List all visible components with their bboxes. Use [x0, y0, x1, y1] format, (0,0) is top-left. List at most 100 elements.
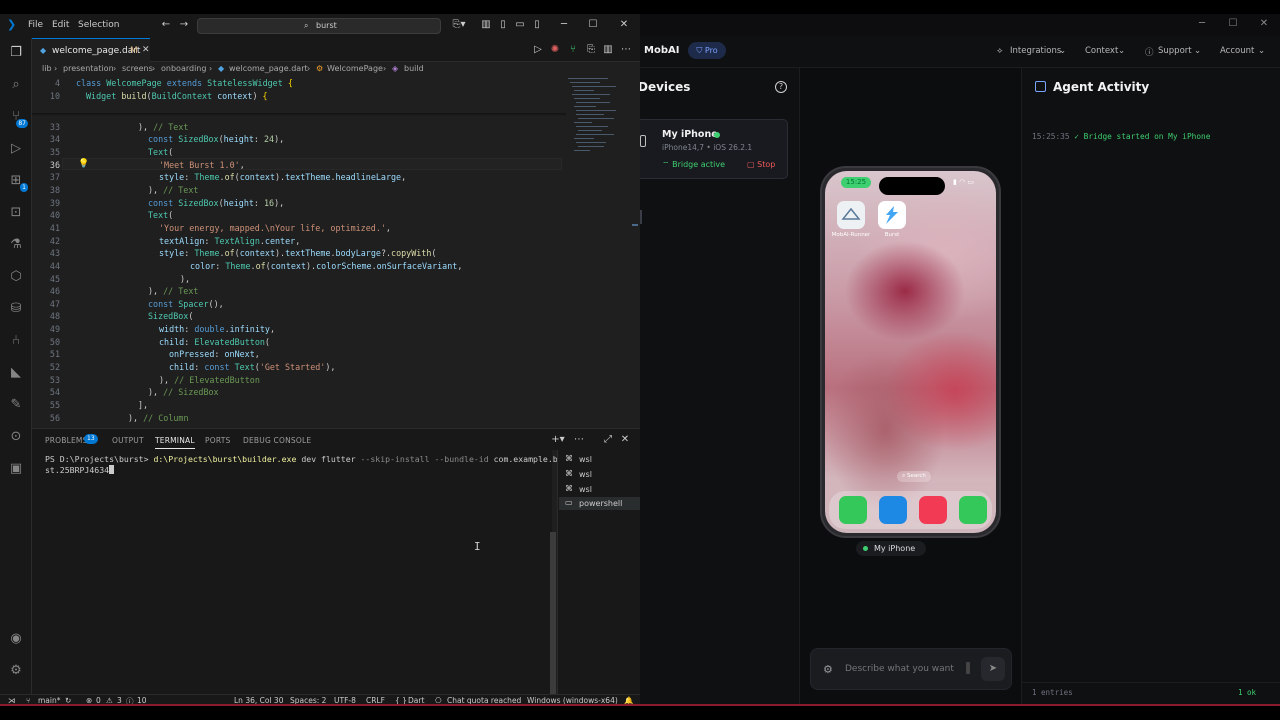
extensions-icon[interactable]: ⊞ 1: [7, 172, 28, 192]
phone-app-icon[interactable]: [839, 496, 867, 524]
maximize-icon[interactable]: ☐: [587, 19, 599, 31]
toggle-panel-icon[interactable]: ▭: [514, 19, 526, 31]
ok-count: 1 ok: [1238, 688, 1257, 697]
nav-account[interactable]: Account: [1220, 46, 1254, 56]
breadcrumb-item[interactable]: build: [404, 64, 424, 73]
menu-edit[interactable]: Edit: [52, 20, 69, 30]
tab-problems[interactable]: PROBLEMS: [45, 436, 88, 445]
settings-gear-icon[interactable]: ⚙: [7, 662, 25, 680]
nav-context[interactable]: Context: [1085, 46, 1118, 56]
code-editor[interactable]: 💡 4 class WelcomePage extends StatelessW…: [32, 76, 640, 428]
terminal-item-wsl-1[interactable]: ⌘ wsl: [559, 453, 640, 466]
safari-app-icon[interactable]: [879, 496, 907, 524]
mobai-runner-app-icon[interactable]: [837, 201, 865, 229]
copilot-icon[interactable]: ⎘▾: [450, 19, 468, 31]
menu-selection[interactable]: Selection: [78, 20, 119, 30]
code-line: ),: [180, 274, 191, 284]
back-arrow-icon[interactable]: ←: [160, 19, 172, 31]
inspect-icon[interactable]: ⊙: [7, 428, 25, 446]
database-icon[interactable]: ⛁: [7, 300, 25, 318]
split-editor-icon[interactable]: ▥: [602, 44, 614, 56]
account-icon[interactable]: ◉: [7, 630, 25, 648]
debug-icon[interactable]: ✺: [549, 44, 561, 56]
shield-icon: ⛉: [696, 46, 703, 55]
messages-app-icon[interactable]: [959, 496, 987, 524]
app-label: Burst: [884, 232, 900, 238]
home-search-pill[interactable]: ⌕ Search: [897, 471, 931, 482]
nav-support[interactable]: Support: [1158, 46, 1192, 56]
pen-icon[interactable]: ✎: [7, 396, 25, 414]
code-line: Text(: [148, 147, 174, 157]
new-terminal-icon[interactable]: +▾: [550, 434, 566, 446]
stop-button[interactable]: ▢ Stop: [747, 160, 775, 169]
explorer-icon[interactable]: ❐: [7, 44, 25, 62]
code-line: color: Theme.of(context).colorScheme.onS…: [190, 261, 463, 271]
layout-panel-icon[interactable]: ▥: [480, 19, 492, 31]
lightbulb-icon[interactable]: 💡: [78, 159, 89, 169]
device-preview-icon[interactable]: ▣: [7, 460, 25, 478]
device-card[interactable]: My iPhone iPhone14,7 • iOS 26.2.1 ⌔ Brid…: [640, 119, 788, 179]
tab-welcome-page[interactable]: ◆ welcome_page.dart M ✕: [32, 38, 150, 62]
toggle-sidebar-icon[interactable]: ▯: [497, 19, 509, 31]
close-window-icon[interactable]: ✕: [618, 19, 630, 31]
tab-output[interactable]: OUTPUT: [112, 436, 144, 445]
maximize-icon[interactable]: ☐: [1227, 18, 1239, 30]
burst-app-icon[interactable]: [878, 201, 906, 229]
minimize-icon[interactable]: ─: [1196, 18, 1208, 30]
tab-terminal[interactable]: TERMINAL: [155, 436, 195, 449]
breadcrumb-item[interactable]: welcome_page.dart: [229, 64, 308, 73]
breadcrumb-item[interactable]: lib: [42, 64, 52, 73]
settings-gear-icon[interactable]: ⚙: [823, 663, 833, 676]
terminal-scrollbar[interactable]: [550, 532, 556, 702]
tab-debug-console[interactable]: DEBUG CONSOLE: [243, 436, 311, 445]
close-tab-icon[interactable]: ✕: [142, 45, 150, 55]
breadcrumb-item[interactable]: WelcomePage: [327, 64, 383, 73]
more-actions-icon[interactable]: ⋯: [620, 44, 632, 56]
chat-input[interactable]: [845, 659, 961, 679]
command-center-search[interactable]: ⌕ burst: [197, 18, 441, 34]
containers-icon[interactable]: ⬡: [7, 268, 25, 286]
remote-explorer-icon[interactable]: ⊡: [7, 204, 25, 222]
close-window-icon[interactable]: ✕: [1258, 18, 1270, 30]
breadcrumb-item[interactable]: screens: [122, 64, 153, 73]
more-actions-icon[interactable]: ⋯: [573, 434, 585, 446]
minimize-icon[interactable]: ─: [558, 19, 570, 31]
breadcrumb-sep: ›: [54, 64, 58, 73]
online-status-dot: [714, 132, 720, 138]
testing-icon[interactable]: ⚗: [7, 236, 25, 254]
forward-arrow-icon[interactable]: →: [178, 19, 190, 31]
music-app-icon[interactable]: [919, 496, 947, 524]
code-line: const SizedBox(height: 16),: [148, 198, 285, 208]
breadcrumb-item[interactable]: presentation: [63, 64, 114, 73]
vscode-logo-icon: ❯: [7, 18, 17, 31]
close-panel-icon[interactable]: ✕: [619, 434, 631, 446]
code-line: SizedBox(: [148, 311, 194, 321]
toggle-secondary-sidebar-icon[interactable]: ▯: [531, 19, 543, 31]
source-control-icon[interactable]: ⑂ 87: [7, 108, 28, 128]
panel-resize-handle[interactable]: [640, 210, 642, 224]
menu-file[interactable]: File: [28, 20, 43, 30]
phone-screen[interactable]: 15:25 ▮ ◠ ▭ MobAI-Runner Burst ⌕ Search: [825, 171, 996, 533]
git-graph-icon[interactable]: ⑃: [7, 332, 25, 350]
taskbar-accent: [0, 704, 1280, 706]
terminal-item-wsl-3[interactable]: ⌘ wsl: [559, 483, 640, 496]
tab-ports[interactable]: PORTS: [205, 436, 230, 445]
line-number: 53: [49, 375, 60, 385]
run-debug-icon[interactable]: ▷: [7, 140, 25, 158]
terminal[interactable]: PS D:\Projects\burst> d:\Projects\burst\…: [32, 450, 568, 694]
open-changes-icon[interactable]: ⎘: [585, 44, 597, 56]
send-icon[interactable]: ➤: [981, 657, 1005, 681]
search-icon[interactable]: ⌕: [7, 76, 25, 94]
minimap[interactable]: [566, 76, 632, 166]
git-compare-icon[interactable]: ⑂: [567, 44, 579, 56]
help-icon[interactable]: ?: [775, 81, 787, 93]
breadcrumb-item[interactable]: onboarding: [161, 64, 206, 73]
maximize-panel-icon[interactable]: ⤢: [602, 434, 614, 446]
nav-integrations[interactable]: Integrations: [1010, 46, 1061, 56]
pro-badge[interactable]: ⛉ Pro: [688, 42, 726, 59]
run-icon[interactable]: ▷: [532, 44, 544, 56]
terminal-item-wsl-2[interactable]: ⌘ wsl: [559, 468, 640, 481]
flutter-icon[interactable]: ◣: [7, 364, 25, 382]
app-title: MobAI: [644, 45, 680, 56]
terminal-item-powershell[interactable]: ▭ powershell: [559, 497, 640, 510]
